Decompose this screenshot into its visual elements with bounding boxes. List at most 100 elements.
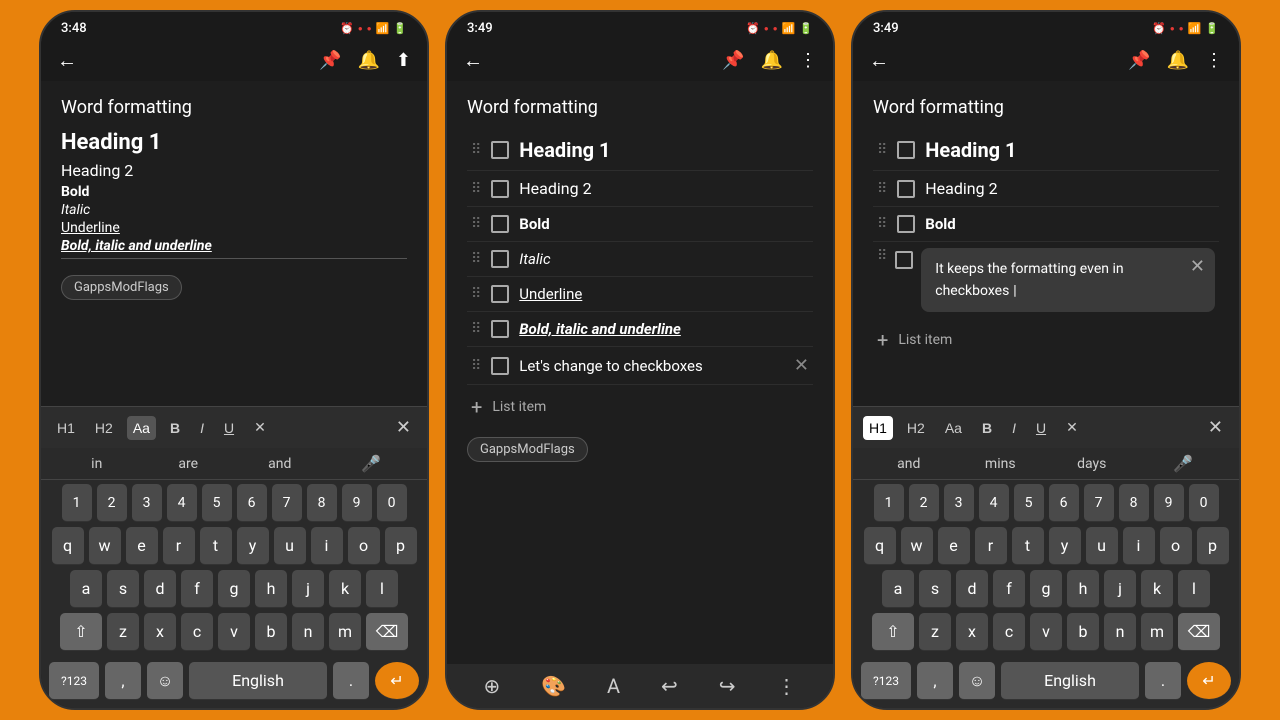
- key-6[interactable]: 6: [237, 484, 267, 522]
- more-icon-3[interactable]: ⋮: [1205, 50, 1223, 71]
- key-3-g[interactable]: g: [1030, 570, 1062, 608]
- key-x[interactable]: x: [144, 613, 176, 651]
- key-r[interactable]: r: [163, 527, 195, 565]
- drag-handle-3[interactable]: ⠿: [471, 216, 481, 232]
- delete-item-btn-7[interactable]: ✕: [794, 355, 809, 376]
- checkbox-3[interactable]: [491, 215, 509, 233]
- pin-icon-2[interactable]: 📌: [722, 50, 744, 71]
- key-3-8[interactable]: 8: [1119, 484, 1149, 522]
- key-3-q[interactable]: q: [864, 527, 896, 565]
- close-format-btn-1[interactable]: ✕: [390, 413, 417, 442]
- key-3-t[interactable]: t: [1012, 527, 1044, 565]
- key-n[interactable]: n: [292, 613, 324, 651]
- special-key-3[interactable]: ?123: [861, 662, 911, 700]
- suggestion-mins-3[interactable]: mins: [955, 456, 1047, 472]
- key-3-p[interactable]: p: [1197, 527, 1229, 565]
- key-3-9[interactable]: 9: [1154, 484, 1184, 522]
- key-3-z[interactable]: z: [919, 613, 951, 651]
- key-3-e[interactable]: e: [938, 527, 970, 565]
- checkbox-5[interactable]: [491, 285, 509, 303]
- key-8[interactable]: 8: [307, 484, 337, 522]
- drag-handle-7[interactable]: ⠿: [471, 358, 481, 374]
- bell-icon-2[interactable]: 🔔: [761, 50, 783, 71]
- comma-key-1[interactable]: ,: [105, 662, 141, 700]
- close-format-btn-3[interactable]: ✕: [1202, 413, 1229, 442]
- emoji-key-1[interactable]: ☺: [147, 662, 183, 700]
- key-3-a[interactable]: a: [882, 570, 914, 608]
- key-3-m[interactable]: m: [1141, 613, 1173, 651]
- checkbox-6[interactable]: [491, 320, 509, 338]
- key-3-c[interactable]: c: [993, 613, 1025, 651]
- key-c[interactable]: c: [181, 613, 213, 651]
- special-key-1[interactable]: ?123: [49, 662, 99, 700]
- suggestion-in[interactable]: in: [51, 456, 143, 472]
- more-icon-2[interactable]: ⋮: [799, 50, 817, 71]
- key-3-v[interactable]: v: [1030, 613, 1062, 651]
- key-3-7[interactable]: 7: [1084, 484, 1114, 522]
- key-p[interactable]: p: [385, 527, 417, 565]
- shift-key-3[interactable]: ⇧: [872, 613, 914, 651]
- key-g[interactable]: g: [218, 570, 250, 608]
- drag-handle-3-1[interactable]: ⠿: [877, 142, 887, 158]
- key-3-b[interactable]: b: [1067, 613, 1099, 651]
- enter-key-3[interactable]: ↵: [1187, 662, 1231, 700]
- checkbox-1[interactable]: [491, 141, 509, 159]
- tooltip-close-btn[interactable]: ✕: [1190, 256, 1205, 277]
- key-3-w[interactable]: w: [901, 527, 933, 565]
- key-3-k[interactable]: k: [1141, 570, 1173, 608]
- key-j[interactable]: j: [292, 570, 324, 608]
- key-3-y[interactable]: y: [1049, 527, 1081, 565]
- mic-icon-1[interactable]: 🎤: [326, 454, 418, 473]
- key-a[interactable]: a: [70, 570, 102, 608]
- key-l[interactable]: l: [366, 570, 398, 608]
- h1-btn-1[interactable]: H1: [51, 416, 81, 440]
- key-3-x[interactable]: x: [956, 613, 988, 651]
- key-3-3[interactable]: 3: [944, 484, 974, 522]
- aa-btn-3[interactable]: Aa: [939, 416, 968, 440]
- add-plus-icon-3[interactable]: +: [877, 328, 888, 352]
- bold-btn-3[interactable]: B: [976, 416, 998, 440]
- back-button-3[interactable]: ←: [869, 48, 889, 73]
- space-key-3[interactable]: English: [1001, 662, 1139, 700]
- key-3-0[interactable]: 0: [1189, 484, 1219, 522]
- key-5[interactable]: 5: [202, 484, 232, 522]
- bell-icon-1[interactable]: 🔔: [357, 50, 379, 71]
- key-w[interactable]: w: [89, 527, 121, 565]
- italic-btn-1[interactable]: I: [194, 416, 210, 440]
- h2-btn-1[interactable]: H2: [89, 416, 119, 440]
- italic-btn-3[interactable]: I: [1006, 416, 1022, 440]
- tag-2[interactable]: GappsModFlags: [467, 437, 588, 462]
- tag-1[interactable]: GappsModFlags: [61, 275, 182, 300]
- redo-icon-2[interactable]: ↪: [719, 674, 736, 698]
- add-plus-icon-2[interactable]: +: [471, 395, 482, 419]
- key-h[interactable]: h: [255, 570, 287, 608]
- back-button-2[interactable]: ←: [463, 48, 483, 73]
- key-z[interactable]: z: [107, 613, 139, 651]
- emoji-key-3[interactable]: ☺: [959, 662, 995, 700]
- drag-handle-3-4[interactable]: ⠿: [877, 248, 887, 264]
- key-3-o[interactable]: o: [1160, 527, 1192, 565]
- h2-btn-3[interactable]: H2: [901, 416, 931, 440]
- checkbox-3-2[interactable]: [897, 180, 915, 198]
- strikethrough-btn-3[interactable]: ✕: [1060, 415, 1084, 440]
- period-key-3[interactable]: .: [1145, 662, 1181, 700]
- drag-handle-3-2[interactable]: ⠿: [877, 181, 887, 197]
- key-3-r[interactable]: r: [975, 527, 1007, 565]
- key-4[interactable]: 4: [167, 484, 197, 522]
- h1-btn-3[interactable]: H1: [863, 416, 893, 440]
- backspace-key-3[interactable]: ⌫: [1178, 613, 1220, 651]
- underline-btn-1[interactable]: U: [218, 416, 240, 440]
- undo-icon-2[interactable]: ↩: [661, 674, 678, 698]
- checkbox-4[interactable]: [491, 250, 509, 268]
- key-e[interactable]: e: [126, 527, 158, 565]
- key-3-j[interactable]: j: [1104, 570, 1136, 608]
- drag-handle-3-3[interactable]: ⠿: [877, 216, 887, 232]
- key-3-2[interactable]: 2: [909, 484, 939, 522]
- key-3-i[interactable]: i: [1123, 527, 1155, 565]
- bold-btn-1[interactable]: B: [164, 416, 186, 440]
- checkbox-3-3[interactable]: [897, 215, 915, 233]
- key-9[interactable]: 9: [342, 484, 372, 522]
- key-3-4[interactable]: 4: [979, 484, 1009, 522]
- text-icon-2[interactable]: A: [607, 674, 620, 698]
- key-3-l[interactable]: l: [1178, 570, 1210, 608]
